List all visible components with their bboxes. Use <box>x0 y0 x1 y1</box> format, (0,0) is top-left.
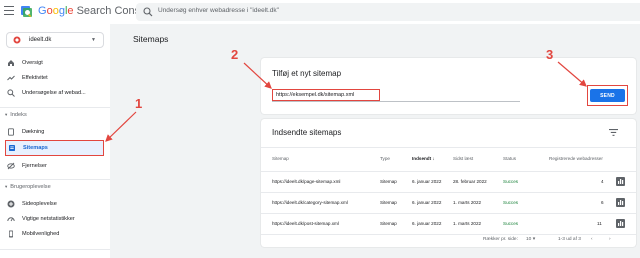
column-header-submitted[interactable]: Indsendt ↓ <box>412 156 435 161</box>
previous-page-icon[interactable]: ‹ <box>591 237 593 242</box>
phone-icon <box>9 230 13 238</box>
removals-icon <box>7 162 15 170</box>
chevron-down-icon: ▾ <box>5 112 8 117</box>
annotation-number-1: 1 <box>135 96 143 111</box>
hamburger-menu-icon[interactable] <box>4 6 14 15</box>
sitemap-icon <box>9 145 15 151</box>
bar-chart-icon[interactable] <box>616 177 625 186</box>
add-sitemap-card: Tilføj et nyt sitemap https://eksempel.d… <box>261 58 636 114</box>
search-placeholder: Undersøg enhver webadresse i "ideelt.dk" <box>158 7 279 14</box>
sidebar-item-overview[interactable]: Oversigt <box>0 56 105 70</box>
sidebar-item-sitemaps[interactable]: Sitemaps <box>5 140 104 156</box>
chevron-down-icon: ▼ <box>91 37 96 43</box>
input-underline <box>272 101 520 102</box>
bar-chart-icon[interactable] <box>616 198 625 207</box>
search-console-logo-icon <box>21 6 32 18</box>
speed-icon <box>7 217 15 222</box>
sidebar-divider <box>0 107 110 108</box>
search-icon <box>143 7 153 17</box>
sidebar-section-experience[interactable]: ▾ Brugeroplevelse <box>5 184 51 190</box>
send-button[interactable]: SEND <box>590 89 625 102</box>
bar-chart-icon[interactable] <box>616 219 625 228</box>
annotation-number-3: 3 <box>546 47 554 62</box>
sidebar-item-url-inspection[interactable]: Undersøgelse af webad... <box>0 86 105 100</box>
send-button-highlight: SEND <box>587 85 628 106</box>
sidebar-item-coverage[interactable]: Dækning <box>0 125 105 139</box>
add-sitemap-title: Tilføj et nyt sitemap <box>272 69 342 78</box>
file-icon <box>8 128 14 136</box>
property-favicon-icon <box>13 36 21 44</box>
pagination-range: 1-3 ud af 3 <box>558 237 581 242</box>
sidebar-item-page-experience[interactable]: Sideoplevelse <box>0 197 105 211</box>
column-header-sitemap[interactable]: Sitemap <box>272 156 289 161</box>
arrow-down-icon: ↓ <box>432 156 435 161</box>
property-label: ideelt.dk <box>29 36 52 43</box>
rows-per-page-label: Rækker pr. side: <box>483 237 518 242</box>
sidebar-divider <box>0 179 110 180</box>
filter-icon[interactable] <box>609 129 618 136</box>
sidebar-divider <box>0 249 110 250</box>
annotation-number-2: 2 <box>231 47 239 62</box>
plus-circle-icon <box>7 200 15 208</box>
chevron-down-icon: ▾ <box>5 184 8 189</box>
caret-down-icon: ▾ <box>532 237 536 242</box>
top-bar: Google Search Console Undersøg enhver we… <box>0 0 640 24</box>
table-row[interactable]: https://ideelt.dk/page-sitemap.xml Sitem… <box>261 171 636 192</box>
page-title: Sitemaps <box>133 34 169 44</box>
sitemap-url-value: https://eksempel.dk/sitemap.xml <box>276 92 355 98</box>
column-header-last-read[interactable]: Sidst læst <box>453 156 473 161</box>
search-icon <box>7 89 15 97</box>
next-page-icon[interactable]: › <box>609 237 611 242</box>
table-row[interactable]: https://ideelt.dk/post-sitemap.xml Sitem… <box>261 213 636 234</box>
card-divider <box>261 147 636 148</box>
column-header-status[interactable]: Status <box>503 156 516 161</box>
sidebar-item-core-web-vitals[interactable]: Vigtige netstatistikker <box>0 212 105 226</box>
url-inspection-search[interactable]: Undersøg enhver webadresse i "ideelt.dk" <box>136 3 640 21</box>
sitemap-url-input[interactable]: https://eksempel.dk/sitemap.xml <box>272 89 380 101</box>
home-icon <box>8 60 14 66</box>
submitted-sitemaps-card: Indsendte sitemaps Sitemap Type Indsendt… <box>261 119 636 247</box>
submitted-sitemaps-title: Indsendte sitemaps <box>272 128 342 137</box>
trend-icon <box>7 75 15 81</box>
sidebar-item-mobile-usability[interactable]: Mobilvenlighed <box>0 227 105 241</box>
property-selector[interactable]: ideelt.dk ▼ <box>6 32 104 48</box>
sidebar-item-performance[interactable]: Effektivitet <box>0 71 105 85</box>
sidebar-item-removals[interactable]: Fjernelser <box>0 159 105 173</box>
rows-per-page-select[interactable]: 10 ▾ <box>526 237 535 242</box>
column-header-type[interactable]: Type <box>380 156 390 161</box>
sidebar-section-index[interactable]: ▾ Indeks <box>5 112 27 118</box>
column-header-discovered-urls[interactable]: Registrerede webadresser <box>549 156 603 161</box>
table-row[interactable]: https://ideelt.dk/category-sitemap.xml S… <box>261 192 636 213</box>
